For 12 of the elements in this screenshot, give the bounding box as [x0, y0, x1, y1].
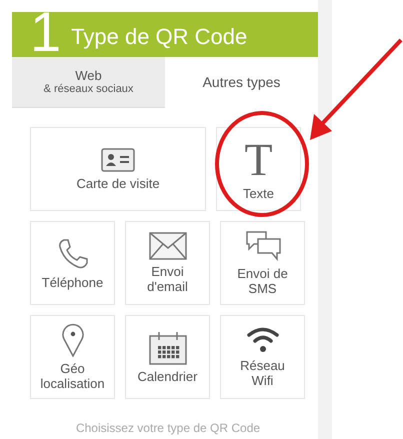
- qr-type-tile[interactable]: Envoi d'email: [125, 221, 210, 305]
- qr-type-tile[interactable]: T Texte: [216, 127, 301, 211]
- qr-type-tile[interactable]: Envoi de SMS: [220, 221, 305, 305]
- qr-type-tile[interactable]: Géo localisation: [30, 315, 115, 399]
- qr-type-tile[interactable]: Téléphone: [30, 221, 115, 305]
- tab[interactable]: Web & réseaux sociaux: [12, 57, 165, 108]
- qr-type-tile[interactable]: Réseau Wifi: [220, 315, 305, 399]
- header-bar: 1 Type de QR Code: [12, 12, 318, 57]
- footer-hint: Choisissez votre type de QR Code: [74, 420, 262, 437]
- letter-icon: T: [244, 138, 273, 182]
- qr-type-tile[interactable]: Carte de visite: [30, 127, 206, 211]
- qr-type-tile[interactable]: Calendrier: [125, 315, 210, 399]
